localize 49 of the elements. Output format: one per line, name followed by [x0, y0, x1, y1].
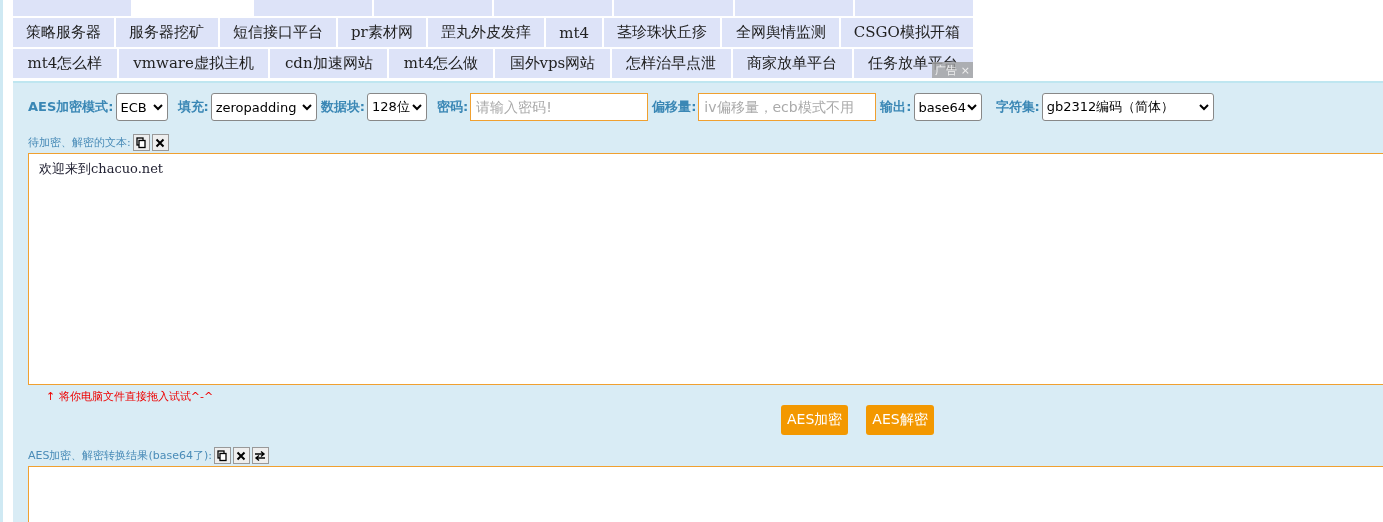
- nav-link[interactable]: mt4怎么做: [389, 49, 493, 78]
- nav-link[interactable]: mt4怎么样: [13, 49, 117, 78]
- text-input-area[interactable]: 欢迎来到chacuo.net: [28, 153, 1383, 385]
- chevron-down-icon: [966, 103, 977, 111]
- copy-button[interactable]: [213, 447, 231, 464]
- clear-button[interactable]: [151, 134, 169, 151]
- drop-hint: ↑ 将你电脑文件直接拖入试试^-^: [46, 389, 214, 404]
- nav-link[interactable]: 全网舆情监测: [722, 18, 839, 47]
- swap-icon: [254, 449, 267, 462]
- chevron-down-icon: [301, 103, 312, 111]
- dropdown[interactable]: 128位: [366, 93, 427, 121]
- swap-button[interactable]: [251, 447, 269, 464]
- input-field[interactable]: 请输入密码!: [470, 93, 649, 121]
- close-icon: [235, 449, 248, 462]
- clear-button[interactable]: [232, 447, 250, 464]
- field-label: 输出:: [880, 98, 912, 116]
- chevron-down-icon: [411, 103, 422, 111]
- copy-icon: [135, 136, 148, 149]
- nav-link[interactable]: 短信接口平台: [219, 18, 336, 47]
- dropdown[interactable]: zeropadding: [210, 93, 317, 121]
- field-label: 填充:: [177, 98, 209, 116]
- close-icon: [154, 136, 167, 149]
- nav-link[interactable]: 国外vps网站: [495, 49, 610, 78]
- nav-link[interactable]: 怎样治早点泄: [611, 49, 731, 78]
- field-label: 字符集:: [995, 98, 1040, 116]
- field-label: 偏移量:: [652, 98, 697, 116]
- nav-link[interactable]: 罡丸外皮发痒: [427, 18, 545, 47]
- chevron-down-icon: [1198, 103, 1209, 111]
- field-label: AES加密模式:: [28, 98, 114, 116]
- section-label: 待加密、解密的文本:: [28, 135, 131, 150]
- nav-link[interactable]: mt4: [546, 18, 603, 47]
- nav-link[interactable]: 商家放单平台: [732, 49, 852, 78]
- nav-link[interactable]: 茎珍珠状丘疹: [604, 18, 721, 47]
- section-label: AES加密、解密转换结果(base64了):: [28, 448, 212, 463]
- dropdown[interactable]: gb2312编码（简体）: [1041, 93, 1214, 121]
- nav-link[interactable]: vmware虚拟主机: [118, 49, 269, 78]
- copy-icon: [216, 449, 229, 462]
- nav-link[interactable]: cdn加速网站: [270, 49, 388, 78]
- field-label: 密码:: [436, 98, 469, 116]
- chevron-down-icon: [152, 103, 163, 111]
- copy-button[interactable]: [132, 134, 150, 151]
- field-label: 数据块:: [320, 98, 365, 116]
- nav-link[interactable]: pr素材网: [337, 18, 426, 47]
- nav-link[interactable]: 服务器挖矿: [116, 18, 218, 47]
- input-field[interactable]: iv偏移量，ecb模式不用: [698, 93, 877, 121]
- dropdown[interactable]: base64: [913, 93, 982, 121]
- dropdown[interactable]: ECB: [115, 93, 168, 121]
- nav-link[interactable]: 策略服务器: [13, 18, 115, 47]
- nav-link[interactable]: CSGO模拟开箱: [840, 18, 973, 47]
